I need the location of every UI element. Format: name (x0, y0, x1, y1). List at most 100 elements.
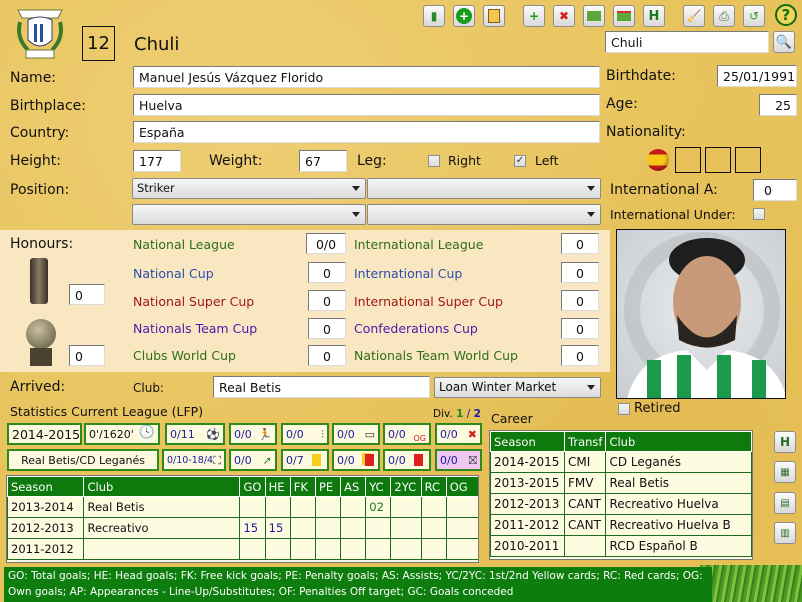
col-as[interactable]: AS (340, 476, 367, 497)
new-record-button[interactable]: + (523, 5, 545, 27)
career-table-row[interactable]: 2014-2015 CMI CD Leganés (490, 451, 752, 473)
position-select-2[interactable] (367, 178, 601, 199)
col-2yc[interactable]: 2YC (390, 476, 422, 497)
search-button[interactable]: 🔍 (773, 31, 795, 53)
col-og[interactable]: OG (445, 476, 478, 497)
honour-international-super-cup-field[interactable]: 0 (561, 290, 599, 311)
col-club[interactable]: Club (83, 476, 241, 497)
international-a-field[interactable]: 0 (753, 179, 797, 201)
trophy-2-field[interactable]: 0 (69, 345, 105, 366)
stat-red-cards[interactable]: 0/0 (383, 449, 431, 471)
col-yc[interactable]: YC (365, 476, 392, 497)
career-table-row[interactable]: 2013-2015 FMV Real Betis (490, 472, 752, 494)
stats-table-row[interactable]: 2013-2014 Real Betis 02 (7, 496, 478, 518)
career-cell-club: Recreativo Huelva (605, 493, 752, 515)
stat-yellow-cards[interactable]: 0/7 (281, 449, 329, 471)
honour-international-cup-field[interactable]: 0 (561, 262, 599, 283)
stat-free-kick[interactable]: 0/0 ⫶ (281, 423, 329, 445)
col-career-season[interactable]: Season (490, 431, 565, 452)
stat-goals[interactable]: 0/11 ⚽ (165, 423, 225, 445)
height-label: Height: (10, 153, 61, 169)
career-remove-row-button[interactable]: ▥ (774, 522, 796, 544)
stats-chart-button[interactable]: ▮ (423, 5, 445, 27)
folder-remove-button[interactable] (613, 5, 635, 27)
print-button[interactable]: ⎙ (713, 5, 735, 27)
arrived-club-field[interactable]: Real Betis (213, 376, 430, 398)
international-under-label: International Under: (610, 207, 736, 222)
stat-penalty[interactable]: 0/0 ▭ (332, 423, 380, 445)
height-field[interactable]: 177 (133, 150, 181, 172)
international-under-checkbox[interactable] (753, 208, 765, 220)
leg-right-checkbox[interactable] (428, 155, 440, 167)
honour-nationals-team-world-cup-field[interactable]: 0 (561, 345, 599, 366)
col-season[interactable]: Season (7, 476, 85, 497)
career-table-row[interactable]: 2010-2011 RCD Español B (490, 535, 752, 557)
spain-flag-icon[interactable] (647, 149, 669, 171)
stat-head-goals[interactable]: 0/0 🏃 (229, 423, 277, 445)
delete-record-button[interactable]: ✖ (553, 5, 575, 27)
trophy-1-field[interactable]: 0 (69, 284, 105, 305)
div-1-link[interactable]: 1 (456, 408, 463, 420)
retired-checkbox[interactable] (618, 403, 630, 415)
leg-left-checkbox[interactable]: ✓ (514, 155, 526, 167)
col-go[interactable]: GO (239, 476, 266, 497)
position-label: Position: (10, 182, 70, 198)
honour-national-cup-field[interactable]: 0 (308, 262, 346, 283)
col-career-club[interactable]: Club (605, 431, 752, 452)
stat-own-goal[interactable]: 0/0 OG (383, 423, 431, 445)
career-add-all-button[interactable]: ▦ (774, 461, 796, 483)
honour-national-super-cup-field[interactable]: 0 (308, 290, 346, 311)
nationality-slot-2[interactable] (675, 147, 701, 173)
birthplace-field[interactable]: Huelva (133, 94, 600, 116)
add-button[interactable]: + (453, 5, 475, 27)
col-career-transf[interactable]: Transf (563, 431, 607, 452)
stat-value: 0/0 (388, 454, 406, 467)
folder-add-button[interactable] (583, 5, 605, 27)
nationality-slot-3[interactable] (705, 147, 731, 173)
honour-international-league-field[interactable]: 0 (561, 233, 599, 254)
country-field[interactable]: España (133, 121, 600, 143)
career-table-row[interactable]: 2012-2013 CANT Recreativo Huelva (490, 493, 752, 515)
position-select-3[interactable] (132, 204, 366, 225)
clear-button[interactable]: 🧹 (683, 5, 705, 27)
div-2-link[interactable]: 2 (474, 408, 481, 420)
stats-table-row[interactable]: 2012-2013 Recreativo 15 15 (7, 517, 478, 539)
save-button[interactable]: H (643, 5, 665, 27)
career-table-header: Season Transf Club (490, 431, 752, 452)
arrival-type-select[interactable]: Loan Winter Market (434, 377, 601, 398)
position-select-1[interactable]: Striker (132, 178, 366, 199)
honour-national-league-field[interactable]: 0/0 (306, 233, 346, 254)
position-select-4[interactable] (367, 204, 601, 225)
col-rc[interactable]: RC (420, 476, 447, 497)
stats-table-row[interactable]: 2011-2012 (7, 538, 478, 560)
career-cell-transf: CANT (563, 493, 607, 515)
birthdate-field[interactable]: 25/01/1991 (717, 65, 797, 87)
col-fk[interactable]: FK (289, 476, 316, 497)
stat-goals-conceded[interactable]: 0/0 ⛝ (435, 449, 482, 471)
goals-conceded-icon: ⛝ (468, 454, 477, 467)
nationality-slot-4[interactable] (735, 147, 761, 173)
col-pe[interactable]: PE (314, 476, 342, 497)
table-remove-row-icon: ▥ (780, 527, 790, 539)
col-he[interactable]: HE (264, 476, 291, 497)
name-field[interactable]: Manuel Jesús Vázquez Florido (133, 66, 600, 88)
clipboard-button[interactable] (483, 5, 505, 27)
career-table-row[interactable]: 2011-2012 CANT Recreativo Huelva B (490, 514, 752, 536)
back-button[interactable]: ↺ (743, 5, 765, 27)
stat-second-yellow[interactable]: 0/0 (332, 449, 380, 471)
stats-table-header: Season Club GO HE FK PE AS YC 2YC RC OG (7, 476, 478, 497)
age-label: Age: (606, 96, 638, 112)
age-field[interactable]: 25 (759, 94, 797, 116)
search-input[interactable]: Chuli (605, 31, 769, 53)
career-save-button[interactable]: H (774, 431, 796, 453)
career-cell-transf: CANT (563, 514, 607, 536)
honour-nationals-team-cup-field[interactable]: 0 (308, 318, 346, 339)
honour-confederations-cup-field[interactable]: 0 (561, 318, 599, 339)
stat-assists[interactable]: 0/0 ➚ (229, 449, 277, 471)
weight-field[interactable]: 67 (299, 150, 347, 172)
stat-penalty-missed[interactable]: 0/0 ✖ (435, 423, 482, 445)
career-add-row-button[interactable]: ▤ (774, 492, 796, 514)
honour-clubs-world-cup-field[interactable]: 0 (308, 345, 346, 366)
stat-appearances[interactable]: 0/10-18/4 ⛶ (162, 449, 226, 471)
help-button[interactable]: ? (775, 4, 797, 26)
